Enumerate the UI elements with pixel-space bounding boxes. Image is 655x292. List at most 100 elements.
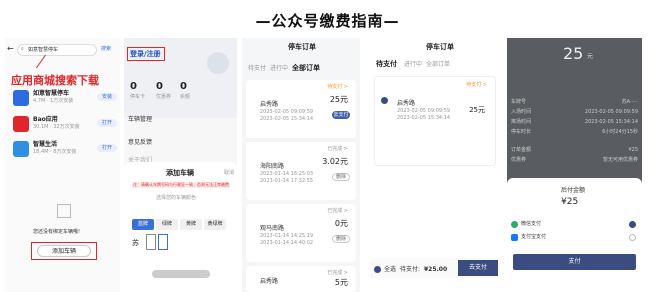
plate-char-input[interactable] <box>146 234 156 250</box>
method-radio-selected[interactable] <box>629 221 636 228</box>
plate-char-input[interactable] <box>158 234 168 250</box>
order-status: 已完成 > <box>327 146 348 152</box>
delete-button[interactable]: 删除 <box>332 235 350 243</box>
detail-label: 离场时间 <box>511 119 532 125</box>
search-value: 如意智慧停车 <box>28 47 59 53</box>
order-status: 已完成 > <box>327 208 348 214</box>
lot-name: 启秀路 <box>260 278 279 285</box>
go-pay-button[interactable]: 去支付 <box>458 260 498 276</box>
app-store-screen: ← ⌕ 如意智慧停车 搜索 应用商城搜索下载 如意智慧停车 4.7M · 1万次… <box>5 38 120 292</box>
detail-label: 优惠券 <box>511 157 527 163</box>
order-checkbox[interactable] <box>381 97 388 104</box>
open-button[interactable]: 打开 <box>97 119 117 127</box>
detail-label: 入场时间 <box>511 109 532 115</box>
tab-in-progress[interactable]: 进行中 <box>270 66 288 72</box>
tab-unpaid[interactable]: 待支付 <box>248 66 266 72</box>
menu-vehicle-management[interactable]: 车辆管理 <box>128 114 152 123</box>
color-title: 选择您的车辆颜色 <box>156 195 197 201</box>
install-button[interactable]: 安装 <box>97 93 117 101</box>
page-title: —公众号缴费指南— <box>255 12 400 30</box>
stat-label: 停车卡 <box>130 94 146 100</box>
end-time: 2023-02-05 15:34:14 <box>260 116 314 122</box>
start-time: 2023-01-14 16:25:03 <box>260 171 314 177</box>
pay-button[interactable]: 支付 <box>513 254 636 270</box>
sheet-title: 添加车辆 <box>166 169 194 177</box>
parking-app-icon <box>13 90 29 106</box>
search-button[interactable]: 搜索 <box>101 47 111 52</box>
stat-value: 0 <box>156 81 163 92</box>
app-desc: 30.1M · 32万次安装 <box>33 124 80 130</box>
lot-name: 海阳南路 <box>260 163 285 170</box>
sheet-amount: ¥25 <box>561 197 579 207</box>
screen-title: 停车订单 <box>288 43 316 51</box>
order-card[interactable]: 已完成 > 观马南路 2023-01-14 14:25:19 2023-01-1… <box>246 204 356 262</box>
select-all-checkbox[interactable] <box>374 266 381 273</box>
delete-button[interactable]: 删除 <box>332 173 350 181</box>
order-card[interactable]: 已完成 > 海阳南路 2023-01-14 16:25:03 2023-01-1… <box>246 142 356 200</box>
sheet-close[interactable]: 取消 <box>224 171 234 176</box>
screen-title: 停车订单 <box>426 43 454 51</box>
app-result-parking[interactable]: 如意智慧停车 4.7M · 1万次安装 安装 <box>13 90 120 112</box>
detail-value: 苏A····· <box>621 99 638 105</box>
start-time: 2023-02-05 09:09:59 <box>260 109 314 115</box>
payment-screen: 25 元 车牌号 苏A····· 入场时间 2023-02-05 09:09:5… <box>507 38 642 292</box>
wechat-pay-icon <box>511 221 518 228</box>
login-register-link[interactable]: 登录/注册 <box>127 47 165 61</box>
start-time: 2023-02-05 09:09:59 <box>397 108 451 114</box>
back-arrow-icon[interactable]: ← <box>7 44 14 53</box>
color-option-blue[interactable]: 蓝牌 <box>132 219 154 230</box>
total-label: 待支付: <box>400 266 421 273</box>
empty-car-icon <box>57 204 71 218</box>
select-all-label[interactable]: 全选 <box>384 267 396 273</box>
profile-screen: 登录/注册 0 停车卡 0 优惠券 0 余额 车辆管理 意见反馈 关于我们 添加… <box>124 38 237 292</box>
lot-name: 观马南路 <box>260 225 285 232</box>
sheet-notice: 注：请确认车牌号码与行驶证一致，否则无法正常缴费 <box>132 182 230 188</box>
method-label: 支付宝支付 <box>521 234 547 240</box>
empty-text: 您还没有绑定车辆哦! <box>33 229 81 235</box>
app-name: 智慧生活 <box>33 141 58 148</box>
order-amount: 0元 <box>334 219 348 228</box>
add-vehicle-button[interactable]: 添加车辆 <box>37 245 91 257</box>
order-card[interactable]: 已完成 > 启秀路 5元 <box>246 266 356 292</box>
method-radio[interactable] <box>629 234 636 241</box>
avatar[interactable] <box>207 52 229 74</box>
tab-all-orders[interactable]: 全部订单 <box>292 65 320 72</box>
menu-feedback[interactable]: 意见反馈 <box>128 137 152 146</box>
annotation-label: 应用商城搜索下载 <box>11 74 99 87</box>
tab-all-orders[interactable]: 全部订单 <box>426 62 450 68</box>
order-status: 已完成 > <box>327 270 348 276</box>
app-name: Bao应用 <box>33 116 58 123</box>
annotation-arrow <box>35 54 46 69</box>
app-desc: 18.4M · 8万次安装 <box>33 149 77 155</box>
app-desc: 4.7M · 1万次安装 <box>33 98 74 104</box>
unpaid-orders-screen: 停车订单 待支付 进行中 全部订单 待支付 > 启秀路 2023-02-05 0… <box>370 38 498 292</box>
open-button[interactable]: 打开 <box>97 144 117 152</box>
end-time: 2023-02-05 15:34:14 <box>397 115 451 121</box>
order-amount: 3.02元 <box>322 157 348 166</box>
tab-in-progress[interactable]: 进行中 <box>404 62 422 68</box>
app-icon <box>13 116 29 132</box>
app-icon <box>13 141 29 157</box>
detail-label: 停车时长 <box>511 129 532 135</box>
stat-value: 0 <box>130 81 137 92</box>
order-amount: 25元 <box>469 106 485 114</box>
plate-color-options: 蓝牌 绿牌 黄牌 黄绿牌 <box>132 210 228 230</box>
end-time: 2023-01-14 14:40:02 <box>260 240 314 246</box>
app-result-3[interactable]: 智慧生活 18.4M · 8万次安装 打开 <box>13 141 120 163</box>
pay-button[interactable]: 去支付 <box>332 111 350 119</box>
tab-unpaid[interactable]: 待支付 <box>376 61 397 68</box>
search-input[interactable]: ⌕ 如意智慧停车 <box>17 44 97 56</box>
total-amount: ¥25.00 <box>424 266 448 273</box>
lot-name: 启秀路 <box>260 101 279 108</box>
detail-label: 订单金额 <box>511 147 532 153</box>
order-amount: 5元 <box>334 278 348 287</box>
order-card[interactable]: 待支付 > 启秀路 2023-02-05 09:09:59 2023-02-05… <box>374 76 496 166</box>
order-card[interactable]: 待支付 > 启秀路 2023-02-05 09:09:59 2023-02-05… <box>246 80 356 138</box>
stat-label: 余额 <box>180 94 191 100</box>
plate-prefix[interactable]: 苏 <box>132 240 139 247</box>
color-option-green[interactable]: 绿牌 <box>156 219 178 230</box>
app-result-2[interactable]: Bao应用 30.1M · 32万次安装 打开 <box>13 116 120 138</box>
confirm-button[interactable] <box>152 270 210 278</box>
color-option-yellow[interactable]: 黄牌 <box>180 219 202 230</box>
color-option-yellow-green[interactable]: 黄绿牌 <box>204 219 226 230</box>
